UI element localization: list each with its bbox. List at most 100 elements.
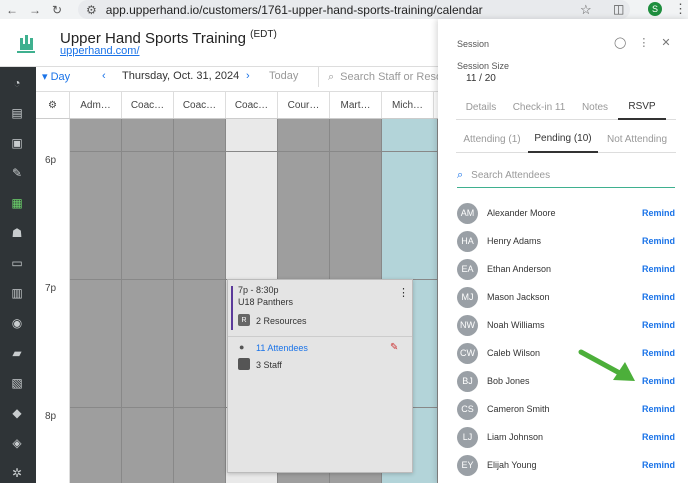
avatar: AM	[457, 202, 478, 224]
event-color-bar	[231, 286, 233, 330]
panel-tabs: Details Check-in 11 Notes RSVP	[456, 94, 676, 120]
remind-button[interactable]: Remind	[642, 264, 675, 274]
reports-icon[interactable]: ▥	[9, 285, 25, 301]
tab-check-in[interactable]: Check-in 11	[506, 94, 572, 120]
subtab-not-attending[interactable]: Not Attending	[598, 125, 676, 153]
more-icon[interactable]: ⋮	[638, 36, 649, 49]
clipboard-icon[interactable]: ▣	[9, 135, 25, 151]
more-icon[interactable]: ⋮	[398, 286, 409, 299]
attendee-name: Ethan Anderson	[487, 264, 552, 274]
search-icon: ⌕	[328, 70, 335, 83]
gear-icon[interactable]: ⚙	[36, 92, 70, 118]
whistle-icon[interactable]: ✎	[9, 165, 25, 181]
tab-notes[interactable]: Notes	[572, 94, 618, 120]
upper-hand-logo	[17, 35, 35, 53]
remind-button[interactable]: Remind	[642, 320, 675, 330]
remind-button[interactable]: Remind	[642, 348, 675, 358]
session-size-label: Session Size	[457, 61, 510, 71]
resource-badge: R	[238, 314, 250, 326]
site-link[interactable]: upperhand.com/	[60, 45, 140, 57]
view-select[interactable]: ▾ Day	[42, 70, 70, 83]
dashboard-icon[interactable]: ◔	[9, 75, 25, 91]
time-label: 6p	[45, 155, 57, 166]
pass-icon[interactable]: ▰	[9, 345, 25, 361]
list-item: AM Alexander Moore Remind	[457, 202, 675, 224]
column-header[interactable]: Coac…	[226, 92, 278, 118]
current-date: Thursday, Oct. 31, 2024	[122, 70, 240, 82]
remind-button[interactable]: Remind	[642, 376, 675, 386]
menu-icon[interactable]: ⋮	[674, 1, 687, 17]
close-icon[interactable]: ✕	[661, 36, 670, 49]
money-icon[interactable]: ◉	[9, 315, 25, 331]
list-item: BJ Bob Jones Remind	[457, 370, 675, 392]
hour-line	[70, 151, 438, 152]
remind-button[interactable]: Remind	[642, 460, 675, 470]
people-icon[interactable]: ☗	[9, 225, 25, 241]
prev-day-button[interactable]: ‹	[102, 70, 106, 82]
remind-button[interactable]: Remind	[642, 208, 675, 218]
subtab-attending[interactable]: Attending (1)	[456, 125, 528, 153]
event-staff: 3 Staff	[256, 360, 282, 370]
event-popover[interactable]: 7p - 8:30p U18 Panthers R 2 Resources ⋮ …	[227, 279, 413, 473]
column-header[interactable]: Adm…	[70, 92, 122, 118]
list-item: EA Ethan Anderson Remind	[457, 258, 675, 280]
remind-button[interactable]: Remind	[642, 292, 675, 302]
staff-icon	[238, 358, 250, 370]
calendar-column-header: ⚙ Adm… Coac… Coac… Coac… Cour… Mart… Mic…	[36, 91, 438, 119]
event-resources: 2 Resources	[256, 316, 307, 326]
time-label: 8p	[45, 411, 57, 422]
attendees-link[interactable]: 11 Attendees	[256, 343, 308, 353]
column-header[interactable]: Mart…	[330, 92, 382, 118]
extensions-icon[interactable]: ◫	[613, 2, 624, 16]
avatar: CS	[457, 398, 478, 420]
calendar-column[interactable]	[70, 119, 122, 483]
chat-icon[interactable]: ◯	[614, 36, 626, 49]
calendar-icon[interactable]: ▦	[9, 195, 25, 211]
browser-bar: ← → ↻ ⚙ app.upperhand.io/customers/1761-…	[0, 0, 688, 19]
avatar: MJ	[457, 286, 478, 308]
remind-button[interactable]: Remind	[642, 432, 675, 442]
today-button[interactable]: Today	[269, 70, 298, 82]
next-day-button[interactable]: ›	[246, 70, 250, 82]
column-header[interactable]: Coac…	[122, 92, 174, 118]
reload-icon[interactable]: ↻	[52, 3, 62, 17]
attendee-name: Alexander Moore	[487, 208, 556, 218]
chat-icon[interactable]: ▭	[9, 255, 25, 271]
calendar-column[interactable]	[174, 119, 226, 483]
profile-avatar[interactable]: S	[648, 2, 662, 16]
avatar: EA	[457, 258, 478, 280]
back-icon[interactable]: ←	[6, 3, 18, 17]
resource-icon[interactable]: ▧	[9, 375, 25, 391]
sidebar: ◔ ▤ ▣ ✎ ▦ ☗ ▭ ▥ ◉ ▰ ▧ ◆ ◈ ✲	[0, 67, 36, 483]
remind-button[interactable]: Remind	[642, 236, 675, 246]
attendee-name: Elijah Young	[487, 460, 537, 470]
column-header[interactable]: Mich…	[382, 92, 434, 118]
forward-icon[interactable]: →	[29, 3, 41, 17]
attendee-search-input[interactable]: ⌕ Search Attendees	[457, 164, 675, 188]
subtab-pending[interactable]: Pending (10)	[528, 125, 598, 153]
divider	[228, 336, 412, 337]
attendee-search-placeholder: Search Attendees	[471, 170, 551, 181]
book-icon[interactable]: ▤	[9, 105, 25, 121]
panel-label: Session	[457, 39, 490, 49]
event-time: 7p - 8:30p	[238, 285, 279, 295]
tune-icon[interactable]: ⚙	[86, 3, 97, 17]
tab-details[interactable]: Details	[456, 94, 506, 120]
star-icon[interactable]: ☆	[580, 2, 592, 18]
list-item: HA Henry Adams Remind	[457, 230, 675, 252]
tags-icon[interactable]: ◈	[9, 435, 25, 451]
tag-icon[interactable]: ◆	[9, 405, 25, 421]
edit-icon[interactable]: ✎	[390, 342, 398, 353]
settings-icon[interactable]: ✲	[9, 465, 25, 481]
avatar: CW	[457, 342, 478, 364]
address-bar[interactable]: ⚙ app.upperhand.io/customers/1761-upper-…	[78, 0, 630, 19]
list-item: CS Cameron Smith Remind	[457, 398, 675, 420]
column-header[interactable]: Coac…	[174, 92, 226, 118]
tab-rsvp[interactable]: RSVP	[618, 94, 666, 120]
remind-button[interactable]: Remind	[642, 404, 675, 414]
column-header[interactable]: Cour…	[278, 92, 330, 118]
calendar-column[interactable]	[122, 119, 174, 483]
staff-search-input[interactable]: ⌕ Search Staff or Resou	[318, 67, 438, 87]
url-text: app.upperhand.io/customers/1761-upper-ha…	[105, 2, 483, 17]
browser-nav: ← → ↻	[0, 3, 62, 17]
